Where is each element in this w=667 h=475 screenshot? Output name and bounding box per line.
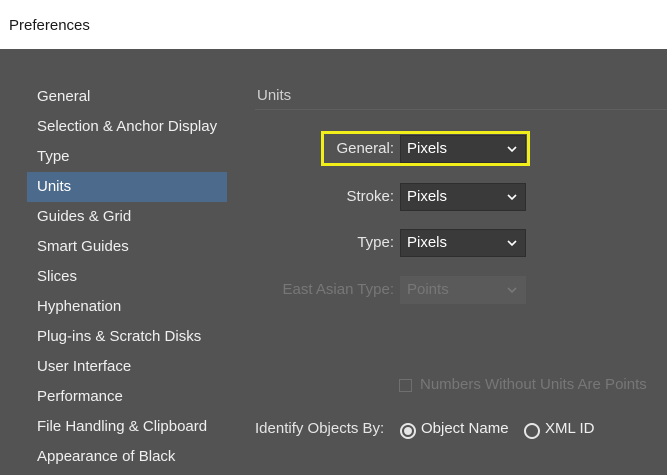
window-title: Preferences <box>9 17 90 34</box>
east-asian-type-select: Points <box>400 276 526 304</box>
object-name-label[interactable]: Object Name <box>421 420 509 437</box>
section-divider <box>255 109 667 110</box>
object-name-radio[interactable] <box>400 423 416 439</box>
stroke-units-row: Stroke: <box>0 183 394 211</box>
numbers-without-units-option: Numbers Without Units Are Points <box>399 376 647 398</box>
numbers-without-units-label: Numbers Without Units Are Points <box>420 376 647 393</box>
sidebar-item-general[interactable]: General <box>27 82 227 112</box>
sidebar-item-user-interface[interactable]: User Interface <box>27 352 227 382</box>
numbers-without-units-checkbox <box>399 378 412 392</box>
stroke-units-value: Pixels <box>407 188 448 205</box>
stroke-units-select[interactable]: Pixels <box>400 183 526 211</box>
chevron-down-icon <box>507 194 517 201</box>
chevron-down-icon <box>507 287 517 294</box>
type-units-label: Type: <box>357 234 394 251</box>
chevron-down-icon <box>507 240 517 247</box>
xml-id-radio[interactable] <box>524 423 540 439</box>
east-asian-type-value: Points <box>407 281 449 298</box>
xml-id-label[interactable]: XML ID <box>545 420 594 437</box>
stroke-units-label: Stroke: <box>346 188 394 205</box>
type-units-value: Pixels <box>407 234 448 251</box>
section-title: Units <box>257 87 292 104</box>
type-units-select[interactable]: Pixels <box>400 229 526 257</box>
sidebar-item-appearance-of-black[interactable]: Appearance of Black <box>27 442 227 472</box>
east-asian-type-label: East Asian Type: <box>282 281 394 298</box>
east-asian-type-row: East Asian Type: <box>0 276 394 304</box>
highlight-box <box>321 131 530 166</box>
type-units-row: Type: <box>0 229 394 257</box>
identify-objects-label: Identify Objects By: <box>255 420 385 437</box>
sidebar-item-performance[interactable]: Performance <box>27 382 227 412</box>
sidebar-item-plugins-scratch-disks[interactable]: Plug-ins & Scratch Disks <box>27 322 227 352</box>
sidebar-item-file-handling-clipboard[interactable]: File Handling & Clipboard <box>27 412 227 442</box>
preferences-panel: General Selection & Anchor Display Type … <box>0 49 667 475</box>
title-bar: Preferences <box>0 0 667 49</box>
